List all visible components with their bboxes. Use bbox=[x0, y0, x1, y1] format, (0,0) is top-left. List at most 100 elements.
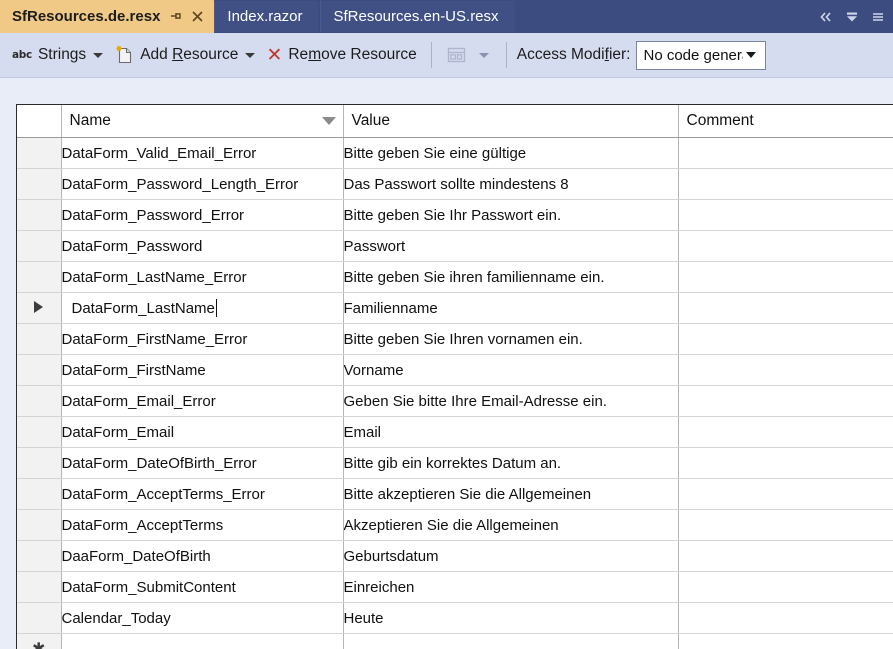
cell-comment[interactable] bbox=[678, 416, 893, 448]
cell-name[interactable]: DataForm_Password_Error bbox=[61, 199, 344, 231]
cell-value[interactable] bbox=[343, 633, 679, 649]
cell-name[interactable]: DataForm_LastName_Error bbox=[61, 261, 344, 293]
row-header[interactable] bbox=[17, 602, 62, 634]
tab-list-menu-button[interactable] bbox=[865, 0, 891, 33]
cell-comment[interactable] bbox=[678, 261, 893, 293]
table-row[interactable]: DataForm_FirstName Vorname bbox=[17, 354, 893, 386]
row-header[interactable] bbox=[17, 261, 62, 293]
table-row[interactable]: DataForm_Password_Error Bitte geben Sie I… bbox=[17, 199, 893, 231]
cell-name[interactable]: DataForm_Valid_Email_Error bbox=[61, 137, 344, 169]
table-row[interactable]: Calendar_Today Heute bbox=[17, 602, 893, 634]
cell-value[interactable]: Das Passwort sollte mindestens 8 bbox=[343, 168, 679, 200]
cell-name[interactable]: DataForm_AcceptTerms_Error bbox=[61, 478, 344, 510]
cell-value[interactable]: Einreichen bbox=[343, 571, 679, 603]
cell-comment[interactable] bbox=[678, 168, 893, 200]
cell-comment[interactable] bbox=[678, 199, 893, 231]
add-resource-button[interactable]: Add Resource bbox=[110, 40, 262, 70]
table-row[interactable]: DataForm_SubmitContent Einreichen bbox=[17, 571, 893, 603]
row-header-corner[interactable] bbox=[17, 105, 62, 138]
tab-index-razor[interactable]: Index.razor bbox=[214, 1, 321, 32]
row-header[interactable] bbox=[17, 199, 62, 231]
name-edit-input[interactable]: DataForm_LastName bbox=[62, 294, 342, 322]
row-header[interactable] bbox=[17, 323, 62, 355]
table-row[interactable]: DataForm_AcceptTerms Akzeptieren Sie die … bbox=[17, 509, 893, 541]
cell-value[interactable]: Vorname bbox=[343, 354, 679, 386]
cell-name[interactable]: DataForm_SubmitContent bbox=[61, 571, 344, 603]
table-row[interactable]: DataForm_FirstName_Error Bitte geben Sie … bbox=[17, 323, 893, 355]
chevron-down-icon[interactable] bbox=[93, 52, 104, 58]
cell-value[interactable]: Bitte geben Sie Ihr Passwort ein. bbox=[343, 199, 679, 231]
cell-name[interactable]: DataForm_FirstName_Error bbox=[61, 323, 344, 355]
cell-name[interactable]: DataForm_LastName bbox=[61, 292, 344, 324]
table-row[interactable]: DataForm_LastName_Error Bitte geben Sie i… bbox=[17, 261, 893, 293]
cell-comment[interactable] bbox=[678, 633, 893, 649]
cell-comment[interactable] bbox=[678, 447, 893, 479]
strings-view-button[interactable]: abc Strings bbox=[8, 40, 110, 70]
cell-comment[interactable] bbox=[678, 540, 893, 572]
cell-comment[interactable] bbox=[678, 137, 893, 169]
remove-resource-button[interactable]: ✕ Remove Resource bbox=[262, 40, 420, 70]
tab-sfresources-de-resx[interactable]: SfResources.de.resx bbox=[0, 0, 215, 33]
row-header[interactable] bbox=[17, 540, 62, 572]
chevron-down-icon[interactable] bbox=[245, 52, 256, 58]
cell-comment[interactable] bbox=[678, 385, 893, 417]
row-header[interactable] bbox=[17, 137, 62, 169]
cell-name[interactable]: DaaForm_DateOfBirth bbox=[61, 540, 344, 572]
cell-name[interactable]: DataForm_FirstName bbox=[61, 354, 344, 386]
cell-value[interactable]: Passwort bbox=[343, 230, 679, 262]
cell-name[interactable]: DataForm_AcceptTerms bbox=[61, 509, 344, 541]
row-header[interactable] bbox=[17, 230, 62, 262]
view-options-button[interactable] bbox=[442, 40, 496, 70]
new-row-header[interactable]: ✱ bbox=[17, 633, 62, 649]
cell-comment[interactable] bbox=[678, 509, 893, 541]
cell-name[interactable]: Calendar_Today bbox=[61, 602, 344, 634]
cell-comment[interactable] bbox=[678, 602, 893, 634]
cell-comment[interactable] bbox=[678, 292, 893, 324]
scroll-tabs-left-button[interactable] bbox=[813, 0, 839, 33]
chevron-down-icon[interactable] bbox=[746, 52, 757, 58]
cell-value[interactable]: Bitte geben Sie Ihren vornamen ein. bbox=[343, 323, 679, 355]
tab-sfresources-en-us-resx[interactable]: SfResources.en-US.resx bbox=[320, 1, 517, 32]
table-row[interactable]: DaaForm_DateOfBirth Geburtsdatum bbox=[17, 540, 893, 572]
row-header[interactable] bbox=[17, 168, 62, 200]
close-icon[interactable] bbox=[186, 5, 208, 29]
cell-value[interactable]: Familienname bbox=[343, 292, 679, 324]
column-header-comment[interactable]: Comment bbox=[678, 105, 893, 138]
access-modifier-select[interactable]: No code generation bbox=[636, 40, 767, 70]
cell-value[interactable]: Email bbox=[343, 416, 679, 448]
cell-comment[interactable] bbox=[678, 354, 893, 386]
cell-value[interactable]: Bitte akzeptieren Sie die Allgemeinen bbox=[343, 478, 679, 510]
cell-name[interactable]: DataForm_Email bbox=[61, 416, 344, 448]
row-header[interactable] bbox=[17, 447, 62, 479]
row-header[interactable] bbox=[17, 509, 62, 541]
cell-name[interactable]: DataForm_Password bbox=[61, 230, 344, 262]
cell-comment[interactable] bbox=[678, 230, 893, 262]
cell-name[interactable]: DataForm_Email_Error bbox=[61, 385, 344, 417]
table-row[interactable]: DataForm_AcceptTerms_Error Bitte akzeptie… bbox=[17, 478, 893, 510]
pin-icon[interactable] bbox=[164, 5, 186, 29]
cell-comment[interactable] bbox=[678, 323, 893, 355]
table-row[interactable]: DataForm_Password Passwort bbox=[17, 230, 893, 262]
cell-value[interactable]: Bitte geben Sie eine gültige bbox=[343, 137, 679, 169]
table-row[interactable]: DataForm_Email_Error Geben Sie bitte Ihre… bbox=[17, 385, 893, 417]
table-row[interactable]: DataForm_DateOfBirth_Error Bitte gib ein … bbox=[17, 447, 893, 479]
cell-name[interactable] bbox=[61, 633, 344, 649]
cell-comment[interactable] bbox=[678, 571, 893, 603]
row-header[interactable] bbox=[17, 416, 62, 448]
table-row[interactable]: DataForm_Password_Length_Error Das Passwo… bbox=[17, 168, 893, 200]
active-files-dropdown-button[interactable] bbox=[839, 0, 865, 33]
cell-name[interactable]: DataForm_DateOfBirth_Error bbox=[61, 447, 344, 479]
table-row[interactable]: ✱ bbox=[17, 633, 893, 649]
cell-name[interactable]: DataForm_Password_Length_Error bbox=[61, 168, 344, 200]
cell-comment[interactable] bbox=[678, 478, 893, 510]
row-header[interactable] bbox=[17, 385, 62, 417]
cell-value[interactable]: Geburtsdatum bbox=[343, 540, 679, 572]
column-header-name[interactable]: Name bbox=[61, 105, 344, 138]
row-header[interactable] bbox=[17, 354, 62, 386]
cell-value[interactable]: Bitte gib ein korrektes Datum an. bbox=[343, 447, 679, 479]
cell-value[interactable]: Akzeptieren Sie die Allgemeinen bbox=[343, 509, 679, 541]
table-row[interactable]: DataForm_LastName Familienname bbox=[17, 292, 893, 324]
cell-value[interactable]: Heute bbox=[343, 602, 679, 634]
column-header-value[interactable]: Value bbox=[343, 105, 679, 138]
cell-value[interactable]: Bitte geben Sie ihren familienname ein. bbox=[343, 261, 679, 293]
